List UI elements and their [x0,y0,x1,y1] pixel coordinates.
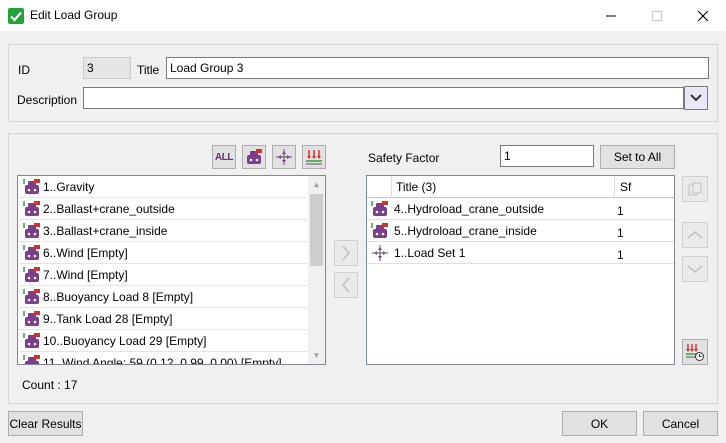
list-item[interactable]: 6..Wind [Empty] [19,242,307,264]
ok-button[interactable]: OK [562,411,637,436]
loadset-icon [372,245,388,261]
list-item[interactable]: 3..Ballast+crane_inside [19,220,307,242]
maximize-button [634,0,680,31]
minimize-button[interactable] [588,0,634,31]
available-list-scrollbar[interactable]: ▲ ▼ [308,176,325,364]
table-row[interactable]: 5..Hydroload_crane_inside 1 [367,220,674,242]
selected-loads-grid[interactable]: Title (3) Sf 4..Hydroload_crane_outside … [366,175,675,365]
description-input[interactable] [83,87,684,109]
cancel-button[interactable]: Cancel [643,411,718,436]
title-label: Title [137,63,160,77]
clear-results-button[interactable]: Clear Results [8,411,83,436]
chevron-up-icon [687,231,703,239]
checkmark-icon [8,8,24,24]
hydroload-icon [23,200,40,216]
count-label: Count : 17 [22,378,78,392]
list-item-label: 6..Wind [Empty] [43,245,128,260]
hydroload-icon [23,266,40,282]
list-item[interactable]: 10..Buoyancy Load 29 [Empty] [19,330,307,352]
row-sf[interactable]: 1 [617,222,624,244]
hydroload-icon [23,354,40,364]
list-item[interactable]: 8..Buoyancy Load 8 [Empty] [19,286,307,308]
maximize-icon [652,10,662,21]
row-title: 4..Hydroload_crane_outside [394,202,545,216]
list-item-label: 3..Ballast+crane_inside [43,223,168,238]
hydroload-icon [247,149,262,164]
list-item[interactable]: 7..Wind [Empty] [19,264,307,286]
minimize-icon [606,15,616,16]
properties-panel [8,44,718,122]
table-row[interactable]: 1..Load Set 1 1 [367,242,674,264]
scroll-down-arrow-icon[interactable]: ▼ [308,347,325,364]
load-clock-icon [686,344,704,361]
close-icon [698,10,708,21]
header-divider [391,176,392,198]
scroll-up-arrow-icon[interactable]: ▲ [308,176,325,193]
loadset-icon [276,149,292,165]
hydroload-icon [23,244,40,260]
filter-hydroload-button[interactable] [242,145,266,169]
row-sf[interactable]: 1 [617,244,624,266]
set-to-all-button[interactable]: Set to All [600,145,675,169]
all-icon: ALL [215,151,233,163]
list-item-label: 11..Wind Angle: 59 (0.12, 0.99, 0.00) [E… [43,355,282,365]
list-item-label: 7..Wind [Empty] [43,267,128,282]
list-item[interactable]: 9..Tank Load 28 [Empty] [19,308,307,330]
add-to-group-button[interactable] [334,240,358,266]
hydroload-icon [23,310,40,326]
safety-factor-label: Safety Factor [368,151,440,165]
move-up-button[interactable] [682,222,708,248]
move-down-button[interactable] [682,256,708,282]
scroll-thumb[interactable] [310,194,323,266]
load-settings-button[interactable] [682,339,708,365]
list-item-label: 8..Buoyancy Load 8 [Empty] [43,289,194,304]
list-item-label: 10..Buoyancy Load 29 [Empty] [43,333,207,348]
title-input[interactable]: Load Group 3 [166,57,709,79]
hydroload-icon [23,288,40,304]
copy-button[interactable] [682,176,708,202]
close-button[interactable] [680,0,726,31]
table-row[interactable]: 4..Hydroload_crane_outside 1 [367,198,674,220]
header-divider [614,176,615,198]
title-bar: Edit Load Group [0,0,726,31]
hydroload-icon [23,178,40,194]
list-item[interactable]: 1..Gravity [19,176,307,198]
id-field: 3 [83,57,131,79]
row-title: 1..Load Set 1 [394,246,466,260]
remove-from-group-button[interactable] [334,272,358,298]
grid-header: Title (3) Sf [367,176,674,198]
chevron-left-icon [342,277,350,293]
header-sf[interactable]: Sf [620,176,631,198]
row-sf[interactable]: 1 [617,200,624,222]
list-item[interactable]: 2..Ballast+crane_outside [19,198,307,220]
hydroload-icon [23,332,40,348]
description-dropdown-button[interactable] [684,86,708,110]
copy-icon [688,182,702,196]
list-item-label: 2..Ballast+crane_outside [43,201,175,216]
filter-loads-button[interactable] [302,145,326,169]
list-item-label: 9..Tank Load 28 [Empty] [43,311,173,326]
list-item[interactable]: 11..Wind Angle: 59 (0.12, 0.99, 0.00) [E… [19,352,307,365]
hydroload-icon [371,223,388,238]
chevron-down-icon [690,94,702,102]
available-loads-list[interactable]: 1..Gravity 2..Ballast+crane_outside 3..B… [17,175,326,365]
header-title[interactable]: Title (3) [396,176,436,198]
window-title: Edit Load Group [30,8,118,22]
hydroload-icon [371,201,388,216]
select-all-button[interactable]: ALL [212,145,236,169]
description-label: Description [17,93,78,107]
id-label: ID [18,63,30,77]
hydroload-icon [23,222,40,238]
load-arrows-icon [306,150,322,165]
row-title: 5..Hydroload_crane_inside [394,224,537,238]
list-item-label: 1..Gravity [43,179,95,194]
safety-factor-input[interactable]: 1 [500,145,594,167]
chevron-right-icon [342,245,350,261]
chevron-down-icon [687,265,703,273]
filter-loadset-button[interactable] [272,145,296,169]
